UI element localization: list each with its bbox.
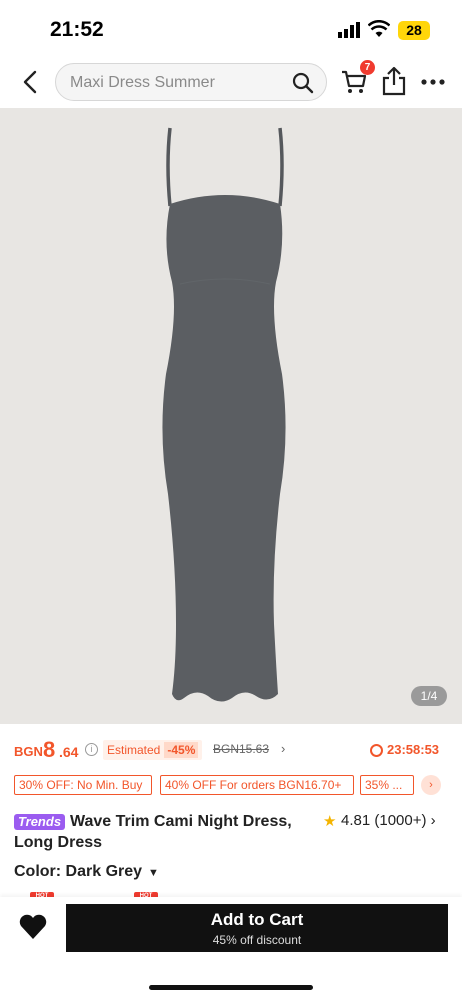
coupon-expand-icon[interactable]: › (421, 775, 441, 795)
bottom-action-bar: Add to Cart 45% off discount (0, 897, 462, 999)
chevron-right-icon[interactable]: › (281, 741, 285, 756)
image-counter: 1/4 (411, 686, 447, 706)
wifi-icon (368, 20, 390, 37)
coupon-1[interactable]: 30% OFF: No Min. Buy (14, 775, 152, 795)
add-to-cart-label: Add to Cart (210, 910, 304, 929)
star-icon: ★ (323, 813, 337, 830)
chevron-right-icon: › (430, 812, 436, 829)
search-bar[interactable]: Maxi Dress Summer (55, 63, 327, 101)
product-image-gallery[interactable]: 1/4 (0, 108, 462, 724)
search-icon[interactable] (292, 72, 314, 94)
heart-icon[interactable] (18, 913, 48, 941)
info-icon[interactable]: i (85, 743, 98, 756)
top-nav: Maxi Dress Summer 7 (0, 60, 462, 104)
product-title: Wave Trim Cami Night Dress, Long Dress (14, 813, 292, 851)
rating-value: 4.81 (341, 812, 371, 829)
price-decimal: .64 (59, 744, 79, 760)
status-time: 21:52 (50, 18, 104, 41)
add-to-cart-button[interactable]: Add to Cart 45% off discount (66, 904, 448, 952)
color-selector[interactable]: Color: Dark Grey ▼ (14, 863, 159, 885)
estimated-badge[interactable]: Estimated -45% (103, 740, 203, 760)
review-count: (1000+) (374, 812, 427, 829)
chevron-down-icon: ▼ (148, 867, 159, 879)
cart-badge: 7 (360, 60, 375, 75)
coupon-3[interactable]: 35% ... (360, 775, 414, 795)
price-integer: 8 (43, 737, 56, 762)
more-options-icon[interactable] (420, 72, 446, 92)
home-indicator (149, 985, 313, 990)
back-arrow-icon[interactable] (18, 68, 44, 96)
share-icon[interactable] (381, 66, 407, 96)
discount-percent: -45% (164, 742, 199, 758)
signal-icon (338, 22, 360, 38)
add-to-cart-subtext: 45% off discount (212, 933, 302, 947)
coupon-2[interactable]: 40% OFF For orders BGN16.70+ (160, 775, 354, 795)
estimated-label: Estimated (107, 743, 161, 757)
countdown-timer: 23:58:53 (387, 742, 440, 757)
rating-summary[interactable]: 4.81 (1000+) › (341, 812, 436, 829)
title-row: Trends Wave Trim Cami Night Dress, Long … (14, 811, 448, 855)
search-placeholder: Maxi Dress Summer (70, 74, 215, 91)
clock-icon (370, 744, 383, 757)
product-image (162, 127, 286, 702)
status-bar: 21:52 28 (0, 0, 462, 56)
coupon-row: 30% OFF: No Min. Buy 40% OFF For orders … (14, 775, 448, 795)
original-price: BGN15.63 (213, 742, 270, 756)
price-row: BGN 8 .64 i Estimated -45% BGN15.63 › 23:… (14, 737, 448, 763)
price-currency: BGN (14, 744, 43, 759)
color-label: Color: Dark Grey (14, 863, 143, 880)
battery-icon: 28 (398, 21, 430, 40)
